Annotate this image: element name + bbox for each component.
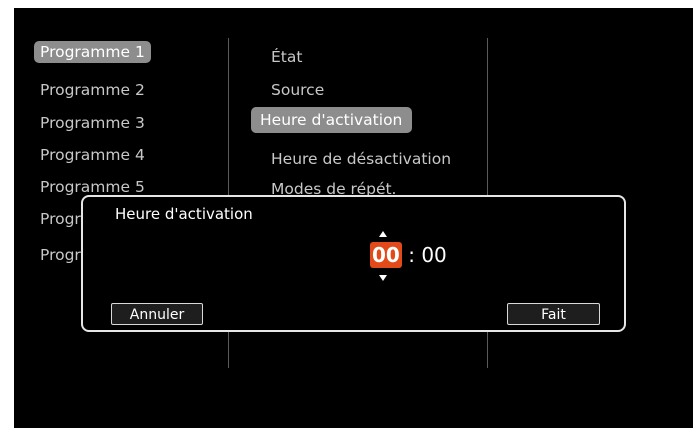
hour-decrement-arrow-icon[interactable] [379,275,387,281]
program-item-2[interactable]: Programme 2 [40,79,145,101]
cancel-button[interactable]: Annuler [111,303,203,325]
setting-off-time[interactable]: Heure de désactivation [271,148,451,170]
setting-on-time[interactable]: Heure d'activation [251,107,413,133]
setting-status[interactable]: État [271,46,302,68]
time-display: 00 : 00 [370,242,447,268]
hour-field[interactable]: 00 [370,242,402,268]
time-separator: : [408,243,415,267]
program-item-3[interactable]: Programme 3 [40,112,145,134]
done-button[interactable]: Fait [507,303,600,325]
time-picker-dialog: Heure d'activation 00 : 00 Annuler Fait [81,195,626,332]
top-tick-mark [487,8,489,16]
program-item-4[interactable]: Programme 4 [40,144,145,166]
minute-field[interactable]: 00 [421,243,446,267]
top-tick-mark [228,8,230,16]
setting-source[interactable]: Source [271,79,324,101]
dialog-title: Heure d'activation [115,205,253,223]
program-item-1[interactable]: Programme 1 [34,41,151,63]
hour-increment-arrow-icon[interactable] [379,231,387,237]
